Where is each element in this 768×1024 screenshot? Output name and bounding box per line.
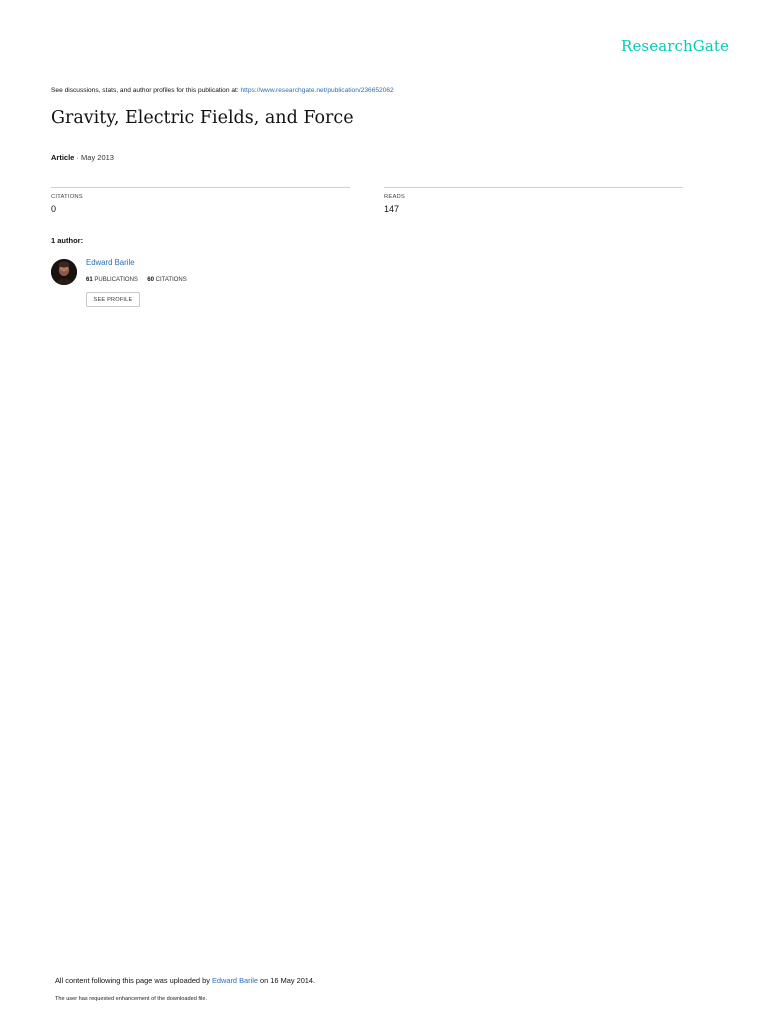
author-photo-icon [51,259,77,285]
author-avatar[interactable] [51,259,77,285]
citations-value: 0 [51,204,57,214]
upload-notice-suffix: on 16 May 2014. [257,976,316,985]
uploader-link[interactable]: Edward Barile [212,976,258,985]
reads-stat: READS 147 [384,187,683,214]
publication-type: Article [51,153,75,162]
upload-notice-prefix: All content following this page was uplo… [55,976,212,985]
publication-title: Gravity, Electric Fields, and Force [51,108,354,128]
publication-date: · May 2013 [76,153,114,162]
see-profile-button[interactable]: SEE PROFILE [86,292,140,307]
reads-label: READS [384,194,405,200]
researchgate-logo[interactable]: ResearchGate [621,37,729,55]
publication-meta: Article · May 2013 [51,153,114,162]
publication-link[interactable]: https://www.researchgate.net/publication… [241,87,394,94]
discussion-notice: See discussions, stats, and author profi… [51,87,394,94]
reads-value: 147 [384,204,400,214]
author-citations-label: CITATIONS [155,277,187,283]
citations-stat: CITATIONS 0 [51,187,350,214]
author-publications-count: 61 [86,277,93,283]
authors-heading: 1 author: [51,236,84,245]
author-publications-label: PUBLICATIONS [94,277,138,283]
upload-notice: All content following this page was uplo… [55,976,315,985]
citations-label: CITATIONS [51,194,83,200]
discussion-notice-text: See discussions, stats, and author profi… [51,87,241,94]
author-citations-count: 60 [147,277,154,283]
enhancement-note: The user has requested enhancement of th… [55,996,208,1002]
author-name-link[interactable]: Edward Barile [86,258,135,267]
author-stats: 61 PUBLICATIONS 60 CITATIONS [86,277,187,283]
